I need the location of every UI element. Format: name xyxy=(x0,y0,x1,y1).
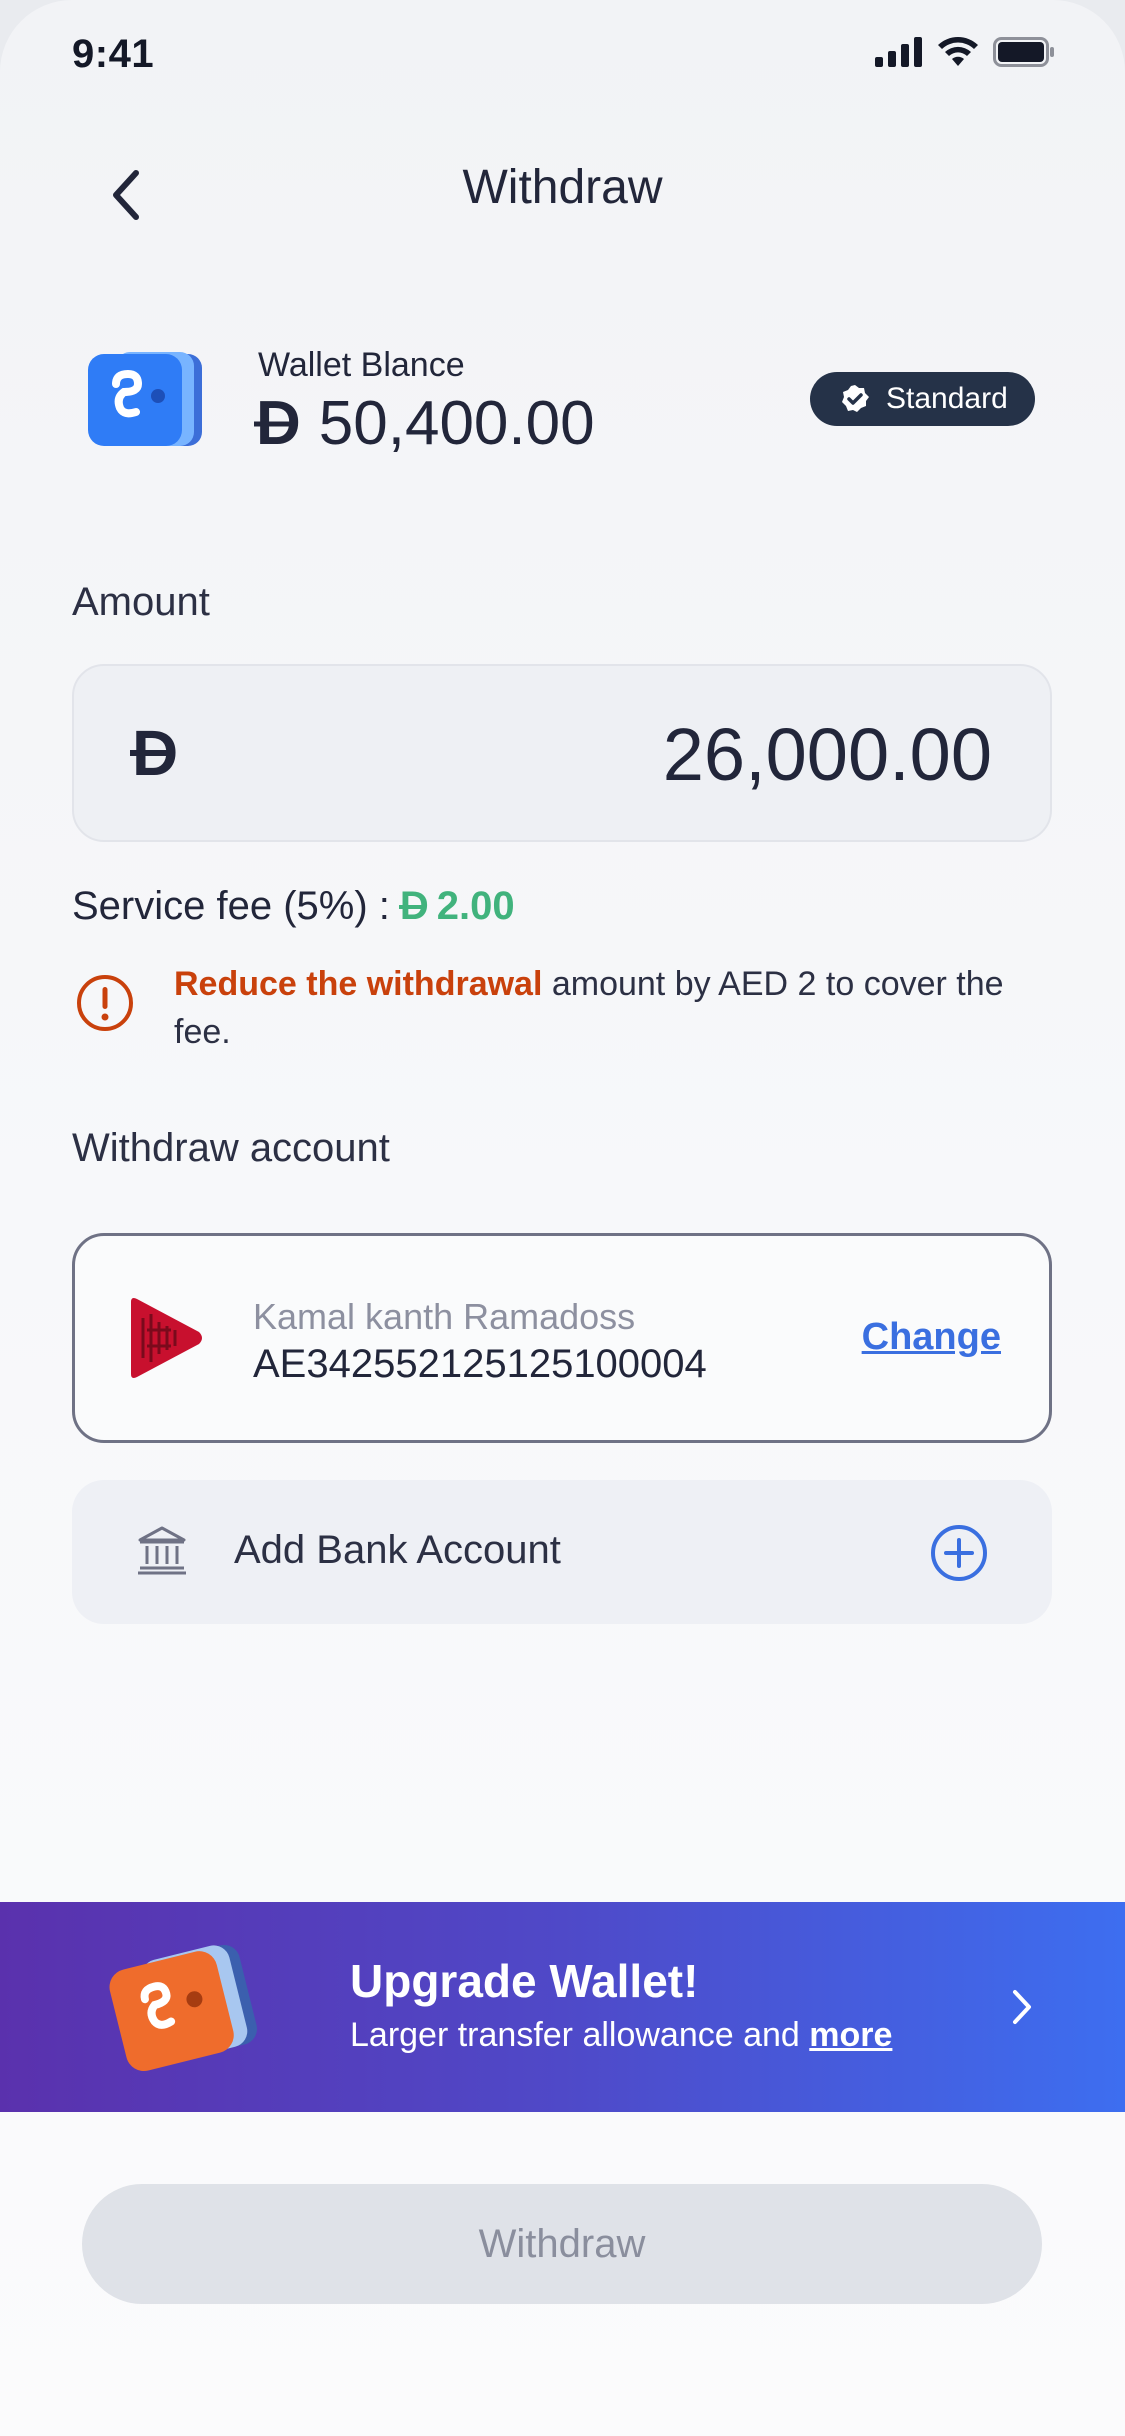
chevron-right-icon xyxy=(1013,1990,1031,2024)
account-iban: AE342552125125100004 xyxy=(253,1342,707,1386)
change-account-link[interactable]: Change xyxy=(862,1316,1001,1359)
tier-badge: Standard xyxy=(810,372,1035,426)
status-icons xyxy=(875,36,1055,68)
page-title: Withdraw xyxy=(462,161,663,214)
bank-building-icon xyxy=(138,1526,186,1575)
wallet-icon xyxy=(88,352,202,446)
fee-currency-symbol: D xyxy=(399,884,429,928)
status-time: 9:41 xyxy=(72,32,155,76)
signal-icon xyxy=(875,37,922,67)
amount-label: Amount xyxy=(72,580,210,624)
amount-value: 26,000.00 xyxy=(662,713,992,796)
withdraw-screen: 9:41 Withdraw Wallet Blance D 50,400.00 … xyxy=(0,0,1125,2436)
upgrade-title: Upgrade Wallet! xyxy=(350,1955,699,2007)
verified-check-icon xyxy=(842,385,869,412)
upgrade-subtitle-text: Larger transfer allowance and xyxy=(350,2016,810,2054)
service-fee: Service fee (5%) : D 2.00 xyxy=(72,884,515,929)
bank-logo-icon xyxy=(131,1298,202,1378)
wifi-icon xyxy=(938,37,978,66)
wallet-upgrade-icon xyxy=(109,1944,257,2072)
upgrade-wallet-banner[interactable]: Upgrade Wallet! Larger transfer allowanc… xyxy=(0,1902,1125,2112)
account-holder-name: Kamal kanth Ramadoss xyxy=(253,1296,636,1337)
service-fee-label: Service fee (5%) : xyxy=(72,884,390,928)
service-fee-value: 2.00 xyxy=(436,884,515,928)
amount-currency-symbol: D xyxy=(132,717,179,789)
add-bank-account-label: Add Bank Account xyxy=(234,1528,561,1572)
wallet-balance-value: 50,400.00 xyxy=(318,389,595,458)
battery-icon xyxy=(993,37,1054,67)
plus-circle-icon xyxy=(931,1525,987,1581)
wallet-balance: D 50,400.00 xyxy=(256,388,595,459)
service-fee-amount: D 2.00 xyxy=(400,884,515,929)
withdraw-account-label: Withdraw account xyxy=(72,1126,390,1170)
fee-warning: Reduce the withdrawal amount by AED 2 to… xyxy=(174,960,1054,1056)
amount-input[interactable]: D 26,000.00 xyxy=(72,664,1052,842)
alert-circle-icon xyxy=(77,975,133,1031)
fee-warning-strong: Reduce the withdrawal xyxy=(174,965,543,1003)
upgrade-subtitle: Larger transfer allowance and more xyxy=(350,2016,892,2055)
add-bank-account-button[interactable]: Add Bank Account xyxy=(72,1480,1052,1624)
withdraw-button[interactable]: Withdraw xyxy=(82,2184,1042,2304)
currency-symbol: D xyxy=(256,389,301,458)
tier-badge-label: Standard xyxy=(886,382,1008,415)
wallet-balance-label: Wallet Blance xyxy=(258,346,465,384)
upgrade-more-link[interactable]: more xyxy=(809,2016,892,2054)
selected-account-card[interactable]: Kamal kanth Ramadoss AE34255212512510000… xyxy=(72,1233,1052,1443)
